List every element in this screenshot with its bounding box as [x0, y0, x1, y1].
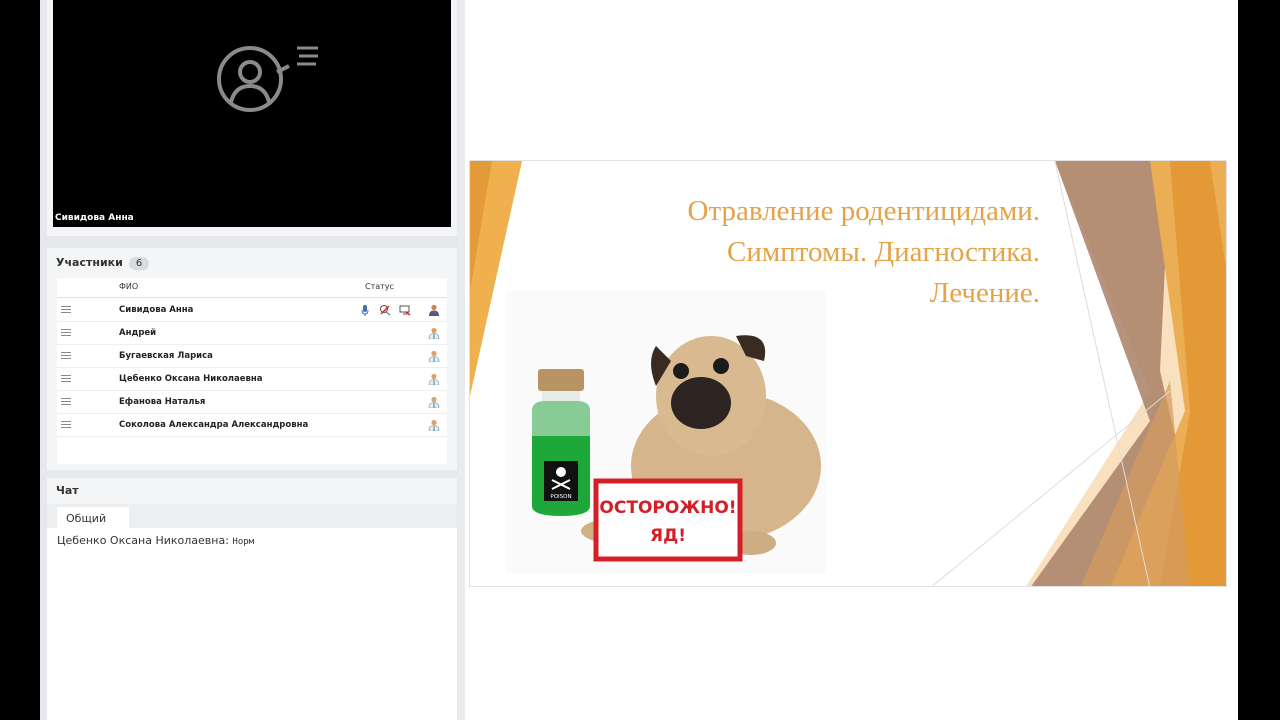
video-feed[interactable]: Сивидова Анна: [53, 0, 451, 227]
speaker-avatar-icon: [217, 46, 318, 112]
speaker-name: Сивидова Анна: [55, 213, 134, 223]
table-row[interactable]: Андрей: [57, 322, 447, 345]
drag-handle-icon[interactable]: [61, 306, 71, 313]
participants-title: Участники: [56, 256, 123, 269]
table-header: ФИО Статус: [57, 278, 447, 298]
chat-message: Цебенко Оксана Николаевна: Норм: [57, 534, 254, 547]
participants-header: Участники 6: [56, 256, 150, 270]
participant-name: Ефанова Наталья: [119, 397, 206, 407]
message-author: Цебенко Оксана Николаевна:: [57, 534, 229, 547]
drag-handle-icon[interactable]: [61, 398, 71, 405]
drag-handle-icon[interactable]: [61, 352, 71, 359]
column-status-header[interactable]: Статус: [365, 282, 394, 291]
tab-general[interactable]: Общий: [57, 507, 129, 528]
table-row[interactable]: Цебенко Оксана Николаевна: [57, 368, 447, 391]
screen-share-off-icon[interactable]: [399, 304, 411, 316]
presenter-avatar-icon: [429, 304, 439, 316]
chat-messages[interactable]: Цебенко Оксана Николаевна: Норм: [47, 528, 457, 720]
conference-window: Сивидова Анна Участники 6 ФИО Статус Сиви…: [40, 0, 1238, 720]
doctor-avatar-icon: [428, 419, 440, 431]
drag-handle-icon[interactable]: [61, 375, 71, 382]
slide-title-line: Симптомы. Диагностика.: [727, 236, 1040, 268]
video-tile: Сивидова Анна: [47, 0, 457, 236]
chat-title: Чат: [56, 484, 79, 497]
chat-panel: Чат Общий Цебенко Оксана Николаевна: Нор…: [47, 478, 457, 720]
table-row[interactable]: Сивидова Анна: [57, 299, 447, 322]
doctor-avatar-icon: [428, 373, 440, 385]
presentation-area: Отравление родентицидами. Симптомы. Диаг…: [465, 0, 1238, 720]
table-row[interactable]: Бугаевская Лариса: [57, 345, 447, 368]
participants-count-badge: 6: [128, 257, 150, 270]
slide-title-line: Отравление родентицидами.: [687, 195, 1040, 227]
message-text: Норм: [232, 537, 255, 547]
participant-name: Соколова Александра Александровна: [119, 420, 309, 430]
warning-sign-line: ОСТОРОЖНО!: [599, 498, 736, 518]
participant-name: Бугаевская Лариса: [119, 351, 213, 361]
pug-with-poison-illustration: POISON ОСТОРОЖНО! ЯД!: [506, 291, 826, 573]
drag-handle-icon[interactable]: [61, 329, 71, 336]
bottle-label: POISON: [550, 494, 571, 500]
doctor-avatar-icon: [428, 327, 440, 339]
participant-name: Андрей: [119, 328, 157, 338]
participants-panel: Участники 6 ФИО Статус Сивидова Анна Анд…: [47, 248, 457, 470]
drag-handle-icon[interactable]: [61, 421, 71, 428]
table-row[interactable]: Ефанова Наталья: [57, 391, 447, 414]
doctor-avatar-icon: [428, 350, 440, 362]
doctor-avatar-icon: [428, 396, 440, 408]
participant-name: Сивидова Анна: [119, 305, 194, 315]
left-panel: Сивидова Анна Участники 6 ФИО Статус Сиви…: [40, 0, 458, 720]
chat-tabs: Общий: [47, 504, 457, 528]
camera-off-icon[interactable]: [379, 304, 391, 316]
presentation-slide[interactable]: Отравление родентицидами. Симптомы. Диаг…: [469, 160, 1227, 587]
warning-sign-line: ЯД!: [650, 526, 686, 546]
table-row[interactable]: Соколова Александра Александровна: [57, 414, 447, 437]
column-name-header[interactable]: ФИО: [119, 282, 138, 291]
microphone-icon[interactable]: [359, 304, 371, 316]
participant-name: Цебенко Оксана Николаевна: [119, 374, 263, 384]
participants-table: ФИО Статус Сивидова Анна Андрей Бугаевск…: [57, 278, 447, 464]
